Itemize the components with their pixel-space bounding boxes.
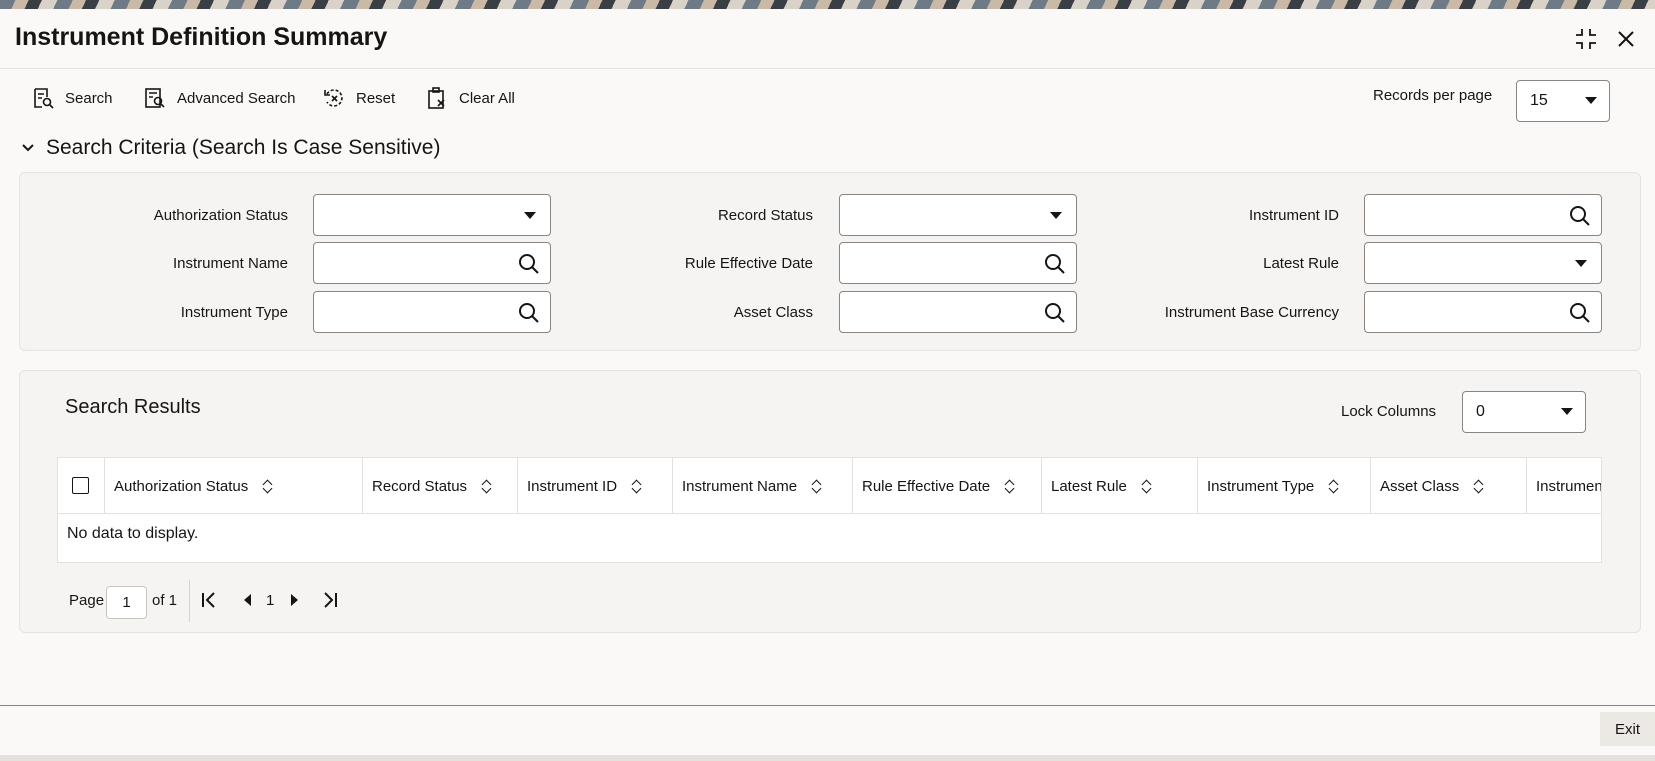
instrument-base-currency-field[interactable] xyxy=(1364,291,1602,333)
exit-button[interactable]: Exit xyxy=(1600,712,1655,746)
last-page-icon[interactable] xyxy=(320,589,340,611)
bottom-strip xyxy=(0,755,1655,761)
page-title: Instrument Definition Summary xyxy=(15,23,388,51)
pager-divider xyxy=(189,580,190,622)
authorization-status-label: Authorization Status xyxy=(153,207,288,224)
column-label: Rule Effective Date xyxy=(862,477,991,495)
search-icon[interactable] xyxy=(1569,205,1591,227)
table-header: Authorization Status Record Status Instr… xyxy=(58,458,1602,514)
search-icon[interactable] xyxy=(518,302,540,324)
column-label: Instrument Name xyxy=(682,477,798,495)
search-results-title: Search Results xyxy=(65,396,201,418)
select-all-checkbox[interactable] xyxy=(72,477,89,494)
asset-class-field[interactable] xyxy=(839,291,1077,333)
search-criteria-header: Search Criteria (Search Is Case Sensitiv… xyxy=(46,136,441,159)
column-label: Authorization Status xyxy=(114,477,249,495)
chevron-down-icon xyxy=(1575,260,1587,267)
first-page-icon[interactable] xyxy=(199,589,219,611)
search-icon[interactable] xyxy=(518,253,540,275)
search-button[interactable]: Search xyxy=(31,83,113,113)
reset-button-label: Reset xyxy=(356,89,396,107)
close-icon[interactable] xyxy=(1612,25,1640,53)
advanced-search-button-label: Advanced Search xyxy=(177,89,296,107)
advanced-search-icon xyxy=(145,88,165,108)
column-label: Record Status xyxy=(372,477,468,495)
column-label: Instrument Type xyxy=(1207,477,1315,495)
sort-icon xyxy=(1141,478,1153,494)
sort-icon xyxy=(1004,478,1016,494)
search-icon[interactable] xyxy=(1044,253,1066,275)
page-number-input[interactable]: 1 xyxy=(106,586,147,619)
column-header[interactable]: Instrument Base C xyxy=(1527,458,1602,514)
column-header[interactable]: Instrument Type xyxy=(1198,458,1371,514)
page-count-label: of 1 xyxy=(152,592,178,609)
clear-all-button-label: Clear All xyxy=(459,89,515,107)
column-header[interactable]: Instrument Name xyxy=(673,458,853,514)
sort-icon xyxy=(631,478,643,494)
previous-page-icon[interactable] xyxy=(238,589,258,611)
column-header[interactable]: Asset Class xyxy=(1371,458,1527,514)
sort-icon xyxy=(262,478,274,494)
window-header: Instrument Definition Summary xyxy=(0,9,1655,69)
records-per-page-value: 15 xyxy=(1530,92,1548,109)
collapse-arrows-icon[interactable] xyxy=(1572,25,1600,53)
chevron-down-icon xyxy=(1050,212,1062,219)
results-table: Authorization Status Record Status Instr… xyxy=(57,457,1602,563)
column-label: Asset Class xyxy=(1380,477,1460,495)
footer-divider xyxy=(0,705,1655,706)
asset-class-label: Asset Class xyxy=(733,304,813,321)
instrument-type-label: Instrument Type xyxy=(180,304,288,321)
lock-columns-select[interactable]: 0 xyxy=(1462,391,1586,433)
column-header[interactable]: Latest Rule xyxy=(1042,458,1198,514)
lock-columns-label: Lock Columns xyxy=(1341,403,1437,420)
advanced-search-button[interactable]: Advanced Search xyxy=(143,83,295,113)
chevron-down-icon xyxy=(1561,408,1573,415)
instrument-name-field[interactable] xyxy=(313,242,551,284)
column-header[interactable]: Authorization Status xyxy=(105,458,363,514)
search-icon[interactable] xyxy=(1569,302,1591,324)
clear-all-button[interactable]: Clear All xyxy=(425,83,515,113)
reset-button[interactable]: Reset xyxy=(322,83,395,113)
page-label: Page xyxy=(69,592,105,609)
column-label: Latest Rule xyxy=(1051,477,1127,495)
column-label: Instrument Base C xyxy=(1536,477,1602,495)
instrument-base-currency-label: Instrument Base Currency xyxy=(1164,304,1339,321)
chevron-down-icon xyxy=(1585,97,1597,104)
records-per-page-label: Records per page xyxy=(1373,87,1493,104)
latest-rule-label: Latest Rule xyxy=(1263,255,1339,272)
lock-columns-value: 0 xyxy=(1476,403,1485,420)
select-all-cell xyxy=(58,458,105,514)
records-per-page-select[interactable]: 15 xyxy=(1516,80,1610,122)
next-page-icon[interactable] xyxy=(284,589,304,611)
rule-effective-date-label: Rule Effective Date xyxy=(684,255,813,272)
empty-message: No data to display. xyxy=(67,525,199,542)
clear-clipboard-icon xyxy=(428,87,445,109)
sort-icon xyxy=(481,478,493,494)
rule-effective-date-field[interactable] xyxy=(839,242,1077,284)
instrument-name-label: Instrument Name xyxy=(172,255,288,272)
reset-icon xyxy=(324,89,343,107)
instrument-id-field[interactable] xyxy=(1364,194,1602,236)
sort-icon xyxy=(1328,478,1340,494)
column-label: Instrument ID xyxy=(527,477,618,495)
column-header[interactable]: Record Status xyxy=(363,458,518,514)
banner-strip xyxy=(0,0,1655,9)
current-page-number[interactable]: 1 xyxy=(266,592,274,609)
instrument-id-label: Instrument ID xyxy=(1248,207,1339,224)
search-criteria-toggle[interactable]: Search Criteria (Search Is Case Sensitiv… xyxy=(20,136,440,160)
sort-icon xyxy=(1473,478,1485,494)
chevron-down-icon xyxy=(22,144,34,152)
authorization-status-select[interactable] xyxy=(313,194,551,236)
search-button-label: Search xyxy=(65,89,113,107)
chevron-down-icon xyxy=(524,212,536,219)
instrument-type-field[interactable] xyxy=(313,291,551,333)
search-icon[interactable] xyxy=(1044,302,1066,324)
column-header[interactable]: Instrument ID xyxy=(518,458,673,514)
sort-icon xyxy=(811,478,823,494)
search-doc-icon xyxy=(34,88,54,109)
column-header[interactable]: Rule Effective Date xyxy=(853,458,1042,514)
latest-rule-select[interactable] xyxy=(1364,242,1602,284)
record-status-label: Record Status xyxy=(717,207,813,224)
record-status-select[interactable] xyxy=(839,194,1077,236)
